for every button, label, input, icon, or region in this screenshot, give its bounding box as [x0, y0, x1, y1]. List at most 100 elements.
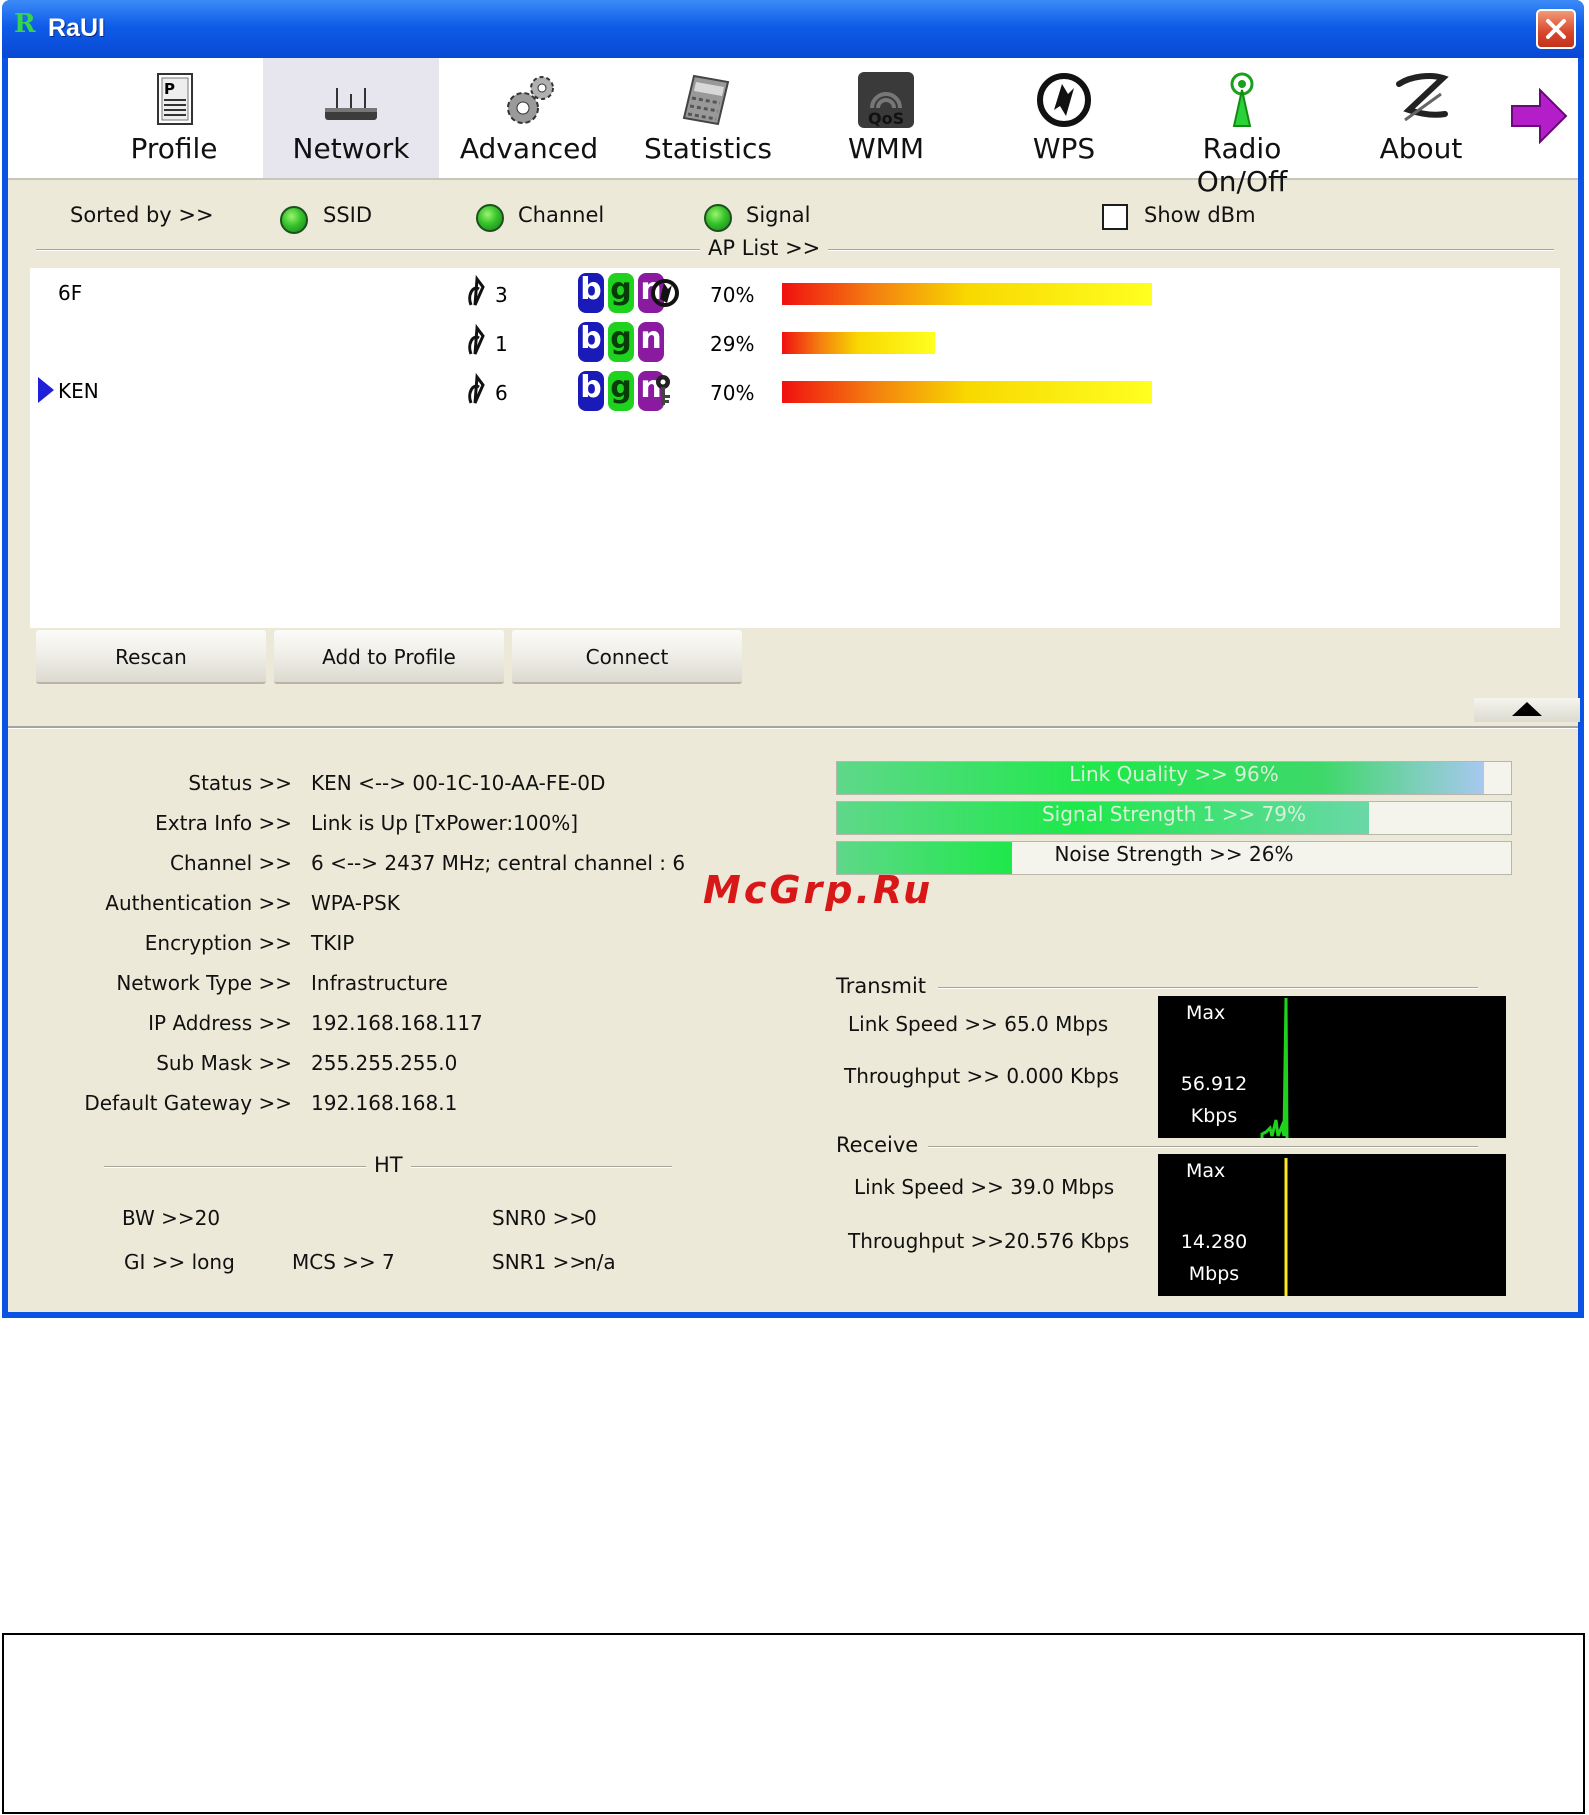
profile-icon: P [157, 73, 193, 125]
transmit-separator [938, 987, 1478, 989]
app-logo-icon: R [14, 9, 36, 39]
sort-signal-radio[interactable] [704, 204, 732, 232]
triangle-up-icon [1512, 702, 1542, 716]
ap-signal-bar-fill [782, 283, 1152, 305]
link-quality-label: Link Quality >> 96% [1069, 762, 1279, 786]
client-area: P Profile Network Advanced Statistics Qo… [8, 58, 1580, 1312]
tab-network[interactable]: Network [263, 58, 439, 178]
network-type-value: Infrastructure [311, 971, 448, 995]
encryption-label: Encryption >> [144, 931, 292, 955]
channel-icon [468, 324, 485, 355]
encryption-value: TKIP [311, 931, 355, 955]
tab-radio-onoff[interactable]: Radio On/Off [1154, 58, 1330, 198]
ap-ssid: 6F [58, 281, 83, 305]
svg-text:QoS: QoS [868, 109, 904, 128]
tab-statistics[interactable]: Statistics [620, 58, 796, 178]
ap-list[interactable]: 6F 3 b g n 70% 1 b g n 29% KEN 6 b g n 7… [30, 268, 1560, 628]
receive-link-speed: Link Speed >> 39.0 Mbps [854, 1175, 1115, 1199]
collapse-button[interactable] [1474, 698, 1580, 722]
ht-title: HT [366, 1153, 411, 1177]
mode-b-icon: b [578, 371, 604, 411]
close-button[interactable] [1536, 9, 1576, 49]
mode-g-icon: g [608, 371, 634, 411]
ip-address-label: IP Address >> [148, 1011, 292, 1035]
show-dbm-label: Show dBm [1144, 203, 1256, 227]
sort-ssid-label: SSID [323, 203, 373, 227]
next-arrow-icon[interactable] [1508, 86, 1570, 146]
tab-advanced-label: Advanced [459, 132, 599, 165]
tab-wps[interactable]: WPS [976, 58, 1152, 178]
ht-snr1-value: n/a [584, 1250, 616, 1274]
mode-g-icon: g [608, 273, 634, 313]
noise-strength-gauge: Noise Strength >> 26% [836, 841, 1512, 875]
ap-list-row[interactable]: 6F 3 b g n 70% [30, 271, 1560, 313]
extra-info-value: Link is Up [TxPower:100%] [311, 811, 579, 835]
receive-throughput: Throughput >>20.576 Kbps [848, 1229, 1130, 1253]
signal-strength-label: Signal Strength 1 >> 79% [1041, 802, 1307, 826]
ap-list-row[interactable]: KEN 6 b g n 70% [30, 369, 1560, 411]
ap-channel: 3 [495, 283, 508, 307]
connect-button[interactable]: Connect [512, 630, 742, 684]
ap-signal-percent: 29% [710, 332, 755, 356]
mode-g-icon: g [608, 322, 634, 362]
empty-caption-box [2, 1633, 1585, 1814]
tab-statistics-label: Statistics [644, 132, 772, 165]
mode-b-icon: b [578, 273, 604, 313]
close-icon [1546, 19, 1566, 39]
advanced-icon [507, 76, 554, 124]
show-dbm-checkbox[interactable] [1102, 204, 1128, 230]
channel-value: 6 <--> 2437 MHz; central channel : 6 [311, 851, 686, 875]
tab-wmm[interactable]: QoS WMM [798, 58, 974, 178]
ht-mcs-label: MCS >> [292, 1250, 376, 1274]
sub-mask-label: Sub Mask >> [156, 1051, 292, 1075]
sort-channel-radio[interactable] [476, 204, 504, 232]
authentication-label: Authentication >> [105, 891, 292, 915]
ht-bw: BW >>20 [122, 1206, 221, 1230]
channel-icon [468, 275, 485, 306]
transmit-link-speed: Link Speed >> 65.0 Mbps [848, 1012, 1109, 1036]
tab-radio-label: Radio On/Off [1196, 132, 1288, 198]
tab-wps-label: WPS [1032, 132, 1096, 165]
ap-channel: 1 [495, 332, 508, 356]
authentication-value: WPA-PSK [311, 891, 400, 915]
status-value: KEN <--> 00-1C-10-AA-FE-0D [311, 771, 606, 795]
ap-signal-bar [782, 332, 1212, 354]
ap-channel: 6 [495, 381, 508, 405]
transmit-graph: Max 56.912 Kbps [1158, 996, 1506, 1138]
sort-signal-label: Signal [746, 203, 811, 227]
noise-strength-label: Noise Strength >> 26% [1054, 842, 1294, 866]
link-quality-gauge: Link Quality >> 96% [836, 761, 1512, 795]
ap-list-row[interactable]: 1 b g n 29% [30, 320, 1560, 362]
ht-snr1-label: SNR1 >> [492, 1250, 587, 1274]
window-title: RaUI [48, 14, 105, 42]
wps-icon [1037, 73, 1091, 127]
tab-about-label: About [1379, 132, 1463, 165]
ap-signal-percent: 70% [710, 381, 755, 405]
rescan-button[interactable]: Rescan [36, 630, 266, 684]
ap-list-title: AP List >> [700, 236, 829, 260]
ht-mcs-value: 7 [382, 1250, 395, 1274]
section-divider [8, 726, 1578, 729]
sub-mask-value: 255.255.255.0 [311, 1051, 458, 1075]
statistics-icon [682, 74, 730, 126]
raui-window: R RaUI P Profile Network Advanced Statis… [2, 0, 1584, 1318]
network-type-label: Network Type >> [116, 971, 292, 995]
receive-separator [928, 1146, 1478, 1148]
tab-profile[interactable]: P Profile [86, 58, 262, 178]
sort-ssid-radio[interactable] [280, 206, 308, 234]
add-to-profile-button[interactable]: Add to Profile [274, 630, 504, 684]
ht-snr0-label: SNR0 >> [492, 1206, 587, 1230]
title-bar[interactable]: R RaUI [2, 0, 1584, 58]
channel-icon [468, 373, 485, 404]
ht-snr0-value: 0 [584, 1206, 597, 1230]
selected-arrow-icon [38, 377, 54, 403]
ap-signal-bar [782, 283, 1212, 305]
channel-label: Channel >> [170, 851, 292, 875]
receive-title: Receive [836, 1133, 929, 1157]
transmit-graph-trace [1260, 997, 1289, 1138]
ip-address-value: 192.168.168.117 [311, 1011, 483, 1035]
transmit-title: Transmit [836, 974, 937, 998]
tab-advanced[interactable]: Advanced [441, 58, 617, 178]
tab-about[interactable]: About [1333, 58, 1509, 178]
ht-gi: GI >> long [124, 1250, 235, 1274]
